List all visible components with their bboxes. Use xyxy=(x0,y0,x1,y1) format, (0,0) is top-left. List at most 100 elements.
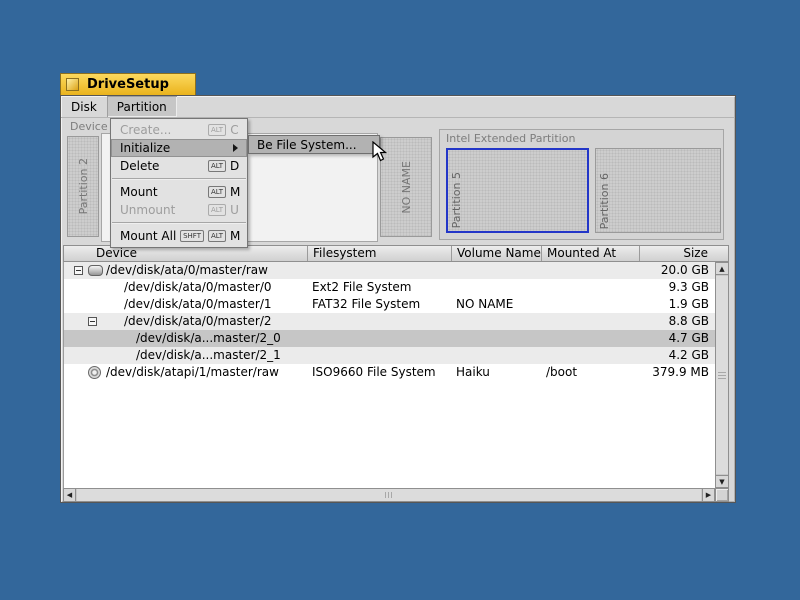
column-header-mounted-at[interactable]: Mounted At xyxy=(542,246,640,261)
cd-rom-icon xyxy=(88,366,101,379)
shortcut-letter: M xyxy=(230,185,239,199)
filesystem-cell xyxy=(308,313,452,330)
hard-disk-icon xyxy=(88,265,103,276)
partition-6-box[interactable]: Partition 6 xyxy=(595,148,721,233)
menubar: Disk Partition xyxy=(61,96,735,118)
device-list: /dev/disk/ata/0/master/raw 20.0 GB /dev/… xyxy=(63,262,715,488)
scroll-right-button[interactable]: ▶ xyxy=(702,489,714,501)
close-button[interactable] xyxy=(66,78,79,91)
no-name-label: NO NAME xyxy=(400,161,413,214)
horizontal-scroll-thumb[interactable] xyxy=(77,489,701,501)
device-pane-label: Device xyxy=(70,120,108,133)
extended-partition-label: Intel Extended Partition xyxy=(446,132,575,145)
resize-corner[interactable] xyxy=(715,488,729,502)
partition-menu-popup: Create... ALT C Initialize Delete ALT D … xyxy=(110,118,248,248)
mount-all-label: Mount All xyxy=(120,229,180,243)
filesystem-cell xyxy=(308,262,452,279)
alt-keycap: ALT xyxy=(208,160,226,172)
table-row[interactable]: /dev/disk/ata/0/master/raw 20.0 GB xyxy=(64,262,715,279)
volume-name-cell xyxy=(452,330,542,347)
column-header-device[interactable]: Device xyxy=(64,246,308,261)
menu-item-mount-all[interactable]: Mount All SHFT ALT M xyxy=(111,227,247,245)
device-cell: /dev/disk/a...master/2_0 xyxy=(64,330,308,347)
mounted-at-cell xyxy=(542,262,640,279)
menu-disk[interactable]: Disk xyxy=(61,96,107,117)
be-file-system-label: Be File System... xyxy=(257,138,357,152)
device-path: /dev/disk/ata/0/master/2 xyxy=(124,313,272,330)
scroll-down-button[interactable]: ▼ xyxy=(716,475,728,487)
vertical-scroll-thumb[interactable] xyxy=(716,276,728,474)
vertical-scrollbar[interactable]: ▲ ▼ xyxy=(715,262,729,488)
device-path: /dev/disk/ata/0/master/raw xyxy=(106,262,268,279)
menu-item-create[interactable]: Create... ALT C xyxy=(111,121,247,139)
table-row[interactable]: /dev/disk/ata/0/master/2 8.8 GB xyxy=(64,313,715,330)
mounted-at-cell xyxy=(542,279,640,296)
collapse-latch-icon[interactable] xyxy=(88,317,97,326)
filesystem-cell xyxy=(308,330,452,347)
unmount-label: Unmount xyxy=(120,203,208,217)
size-cell: 8.8 GB xyxy=(640,313,715,330)
menu-item-delete[interactable]: Delete ALT D xyxy=(111,157,247,175)
mounted-at-cell xyxy=(542,313,640,330)
device-cell: /dev/disk/ata/0/master/raw xyxy=(64,262,308,279)
scroll-up-button[interactable]: ▲ xyxy=(716,263,728,275)
partition-6-label: Partition 6 xyxy=(598,173,611,229)
volume-name-cell xyxy=(452,313,542,330)
horizontal-scrollbar[interactable]: ◀ ▶ xyxy=(63,488,715,502)
mounted-at-cell xyxy=(542,347,640,364)
device-cell: /dev/disk/ata/0/master/1 xyxy=(64,296,308,313)
partition-2-label: Partition 2 xyxy=(77,158,90,214)
create-label: Create... xyxy=(120,123,208,137)
filesystem-cell xyxy=(308,347,452,364)
column-header-filesystem[interactable]: Filesystem xyxy=(308,246,452,261)
column-header-volume-name[interactable]: Volume Name xyxy=(452,246,542,261)
shift-keycap: SHFT xyxy=(180,230,204,242)
window-tab[interactable]: DriveSetup xyxy=(60,73,196,95)
device-cell: /dev/disk/ata/0/master/2 xyxy=(64,313,308,330)
menu-partition[interactable]: Partition xyxy=(107,96,177,117)
partition-5-box[interactable]: Partition 5 xyxy=(446,148,589,233)
partition-2-box[interactable]: Partition 2 xyxy=(67,136,99,237)
mouse-cursor-icon xyxy=(372,141,390,163)
size-cell: 4.7 GB xyxy=(640,330,715,347)
table-row[interactable]: /dev/disk/a...master/2_1 4.2 GB xyxy=(64,347,715,364)
filesystem-cell: ISO9660 File System xyxy=(308,364,452,381)
column-header-size[interactable]: Size xyxy=(640,246,728,261)
device-cell: /dev/disk/ata/0/master/0 xyxy=(64,279,308,296)
size-cell: 1.9 GB xyxy=(640,296,715,313)
device-cell: /dev/disk/atapi/1/master/raw xyxy=(64,364,308,381)
menu-item-be-file-system[interactable]: Be File System... xyxy=(248,135,380,154)
menu-item-initialize[interactable]: Initialize xyxy=(111,139,247,157)
device-path: /dev/disk/atapi/1/master/raw xyxy=(106,364,279,381)
size-cell: 20.0 GB xyxy=(640,262,715,279)
initialize-label: Initialize xyxy=(120,141,233,155)
size-cell: 4.2 GB xyxy=(640,347,715,364)
extended-partition-box[interactable]: Intel Extended Partition Partition 5 Par… xyxy=(439,129,724,240)
partition-5-label: Partition 5 xyxy=(450,172,463,228)
alt-keycap: ALT xyxy=(208,186,226,198)
size-cell: 379.9 MB xyxy=(640,364,715,381)
table-row[interactable]: /dev/disk/a...master/2_0 4.7 GB xyxy=(64,330,715,347)
mounted-at-cell xyxy=(542,296,640,313)
shortcut-letter: M xyxy=(230,229,239,243)
delete-label: Delete xyxy=(120,159,208,173)
drivesetup-window: Disk Partition Device Partition 2 NO NAM… xyxy=(60,95,736,503)
volume-name-cell xyxy=(452,262,542,279)
alt-keycap: ALT xyxy=(208,204,226,216)
alt-keycap: ALT xyxy=(208,230,226,242)
table-row[interactable]: /dev/disk/atapi/1/master/raw ISO9660 Fil… xyxy=(64,364,715,381)
volume-name-cell xyxy=(452,279,542,296)
submenu-arrow-icon xyxy=(233,144,238,152)
device-path: /dev/disk/a...master/2_0 xyxy=(136,330,281,347)
menu-item-mount[interactable]: Mount ALT M xyxy=(111,183,247,201)
collapse-latch-icon[interactable] xyxy=(74,266,83,275)
scroll-left-button[interactable]: ◀ xyxy=(64,489,76,501)
table-row[interactable]: /dev/disk/ata/0/master/1 FAT32 File Syst… xyxy=(64,296,715,313)
volume-name-cell: NO NAME xyxy=(452,296,542,313)
menu-item-unmount[interactable]: Unmount ALT U xyxy=(111,201,247,219)
size-cell: 9.3 GB xyxy=(640,279,715,296)
shortcut-letter: U xyxy=(230,203,239,217)
table-row[interactable]: /dev/disk/ata/0/master/0 Ext2 File Syste… xyxy=(64,279,715,296)
filesystem-cell: FAT32 File System xyxy=(308,296,452,313)
shortcut-letter: C xyxy=(230,123,239,137)
